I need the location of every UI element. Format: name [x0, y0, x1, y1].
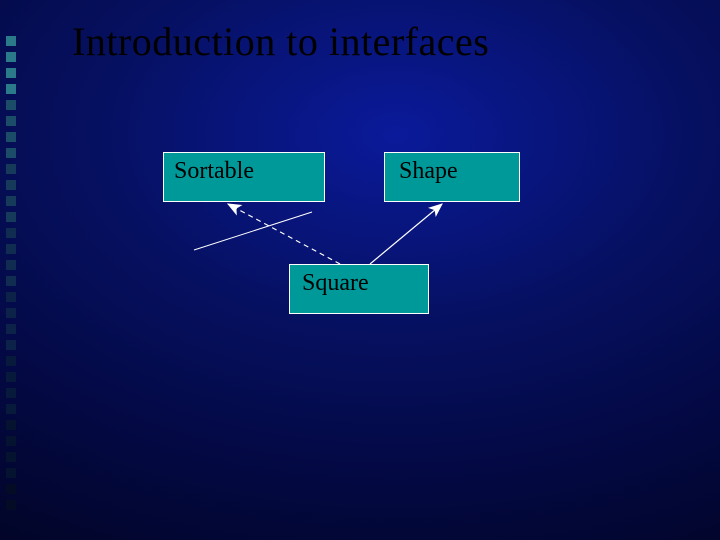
box-label: Square [302, 270, 369, 296]
decor-square-icon [6, 276, 16, 286]
slide-title: Introduction to interfaces [72, 18, 489, 65]
decor-square-icon [6, 148, 16, 158]
decor-square-icon [6, 196, 16, 206]
decor-square-icon [6, 132, 16, 142]
decor-square-icon [6, 420, 16, 430]
box-label: Sortable [174, 158, 254, 184]
extends-arrow-icon [370, 204, 442, 264]
decor-square-icon [6, 36, 16, 46]
decor-square-icon [6, 340, 16, 350]
decor-square-icon [6, 212, 16, 222]
slide: Introduction to interfaces Sortable Shap… [0, 0, 720, 540]
decor-square-icon [6, 116, 16, 126]
decor-square-icon [6, 452, 16, 462]
decor-square-icon [6, 100, 16, 110]
box-label: Shape [399, 158, 458, 184]
decor-square-icon [6, 52, 16, 62]
decor-square-icon [6, 68, 16, 78]
stray-line-icon [194, 212, 312, 250]
decor-square-icon [6, 308, 16, 318]
decor-square-icon [6, 500, 16, 510]
decor-square-icon [6, 180, 16, 190]
decor-square-icon [6, 244, 16, 254]
decor-sidebar [6, 36, 16, 516]
implements-arrow-icon [228, 204, 340, 264]
decor-square-icon [6, 388, 16, 398]
class-box-square: Square [289, 264, 429, 314]
decor-square-icon [6, 228, 16, 238]
decor-square-icon [6, 324, 16, 334]
decor-square-icon [6, 84, 16, 94]
decor-square-icon [6, 356, 16, 366]
decor-square-icon [6, 484, 16, 494]
decor-square-icon [6, 468, 16, 478]
decor-square-icon [6, 404, 16, 414]
class-box-shape: Shape [384, 152, 520, 202]
decor-square-icon [6, 292, 16, 302]
decor-square-icon [6, 436, 16, 446]
interface-box-sortable: Sortable [163, 152, 325, 202]
decor-square-icon [6, 164, 16, 174]
decor-square-icon [6, 372, 16, 382]
decor-square-icon [6, 260, 16, 270]
